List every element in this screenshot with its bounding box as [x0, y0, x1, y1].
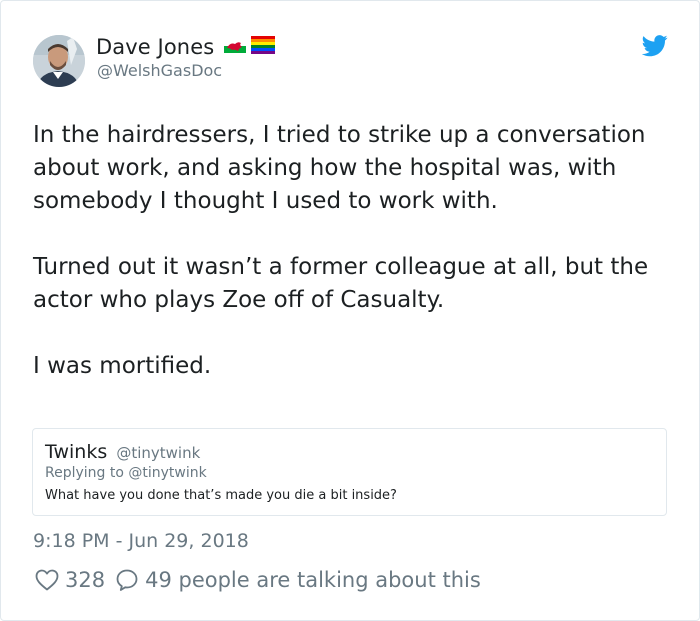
replies-link[interactable]: 49 people are talking about this [115, 568, 481, 592]
wales-flag-icon [224, 38, 247, 57]
author-name-row: Dave Jones [96, 33, 276, 61]
quoted-replying-to: Replying to @tinytwink [45, 465, 207, 481]
quoted-tweet[interactable]: Twinks @tinytwink Replying to @tinytwink… [32, 428, 667, 516]
tweet-timestamp[interactable]: 9:18 PM - Jun 29, 2018 [33, 530, 249, 552]
tweet-paragraph: In the hairdressers, I tried to strike u… [33, 122, 646, 214]
quoted-author-name: Twinks [45, 441, 108, 463]
tweet-paragraph: Turned out it wasn’t a former colleague … [33, 254, 649, 313]
author-handle[interactable]: @WelshGasDoc [97, 61, 222, 80]
avatar-photo [33, 35, 85, 87]
rainbow-flag-icon [251, 36, 276, 58]
engagement-bar: 328 49 people are talking about this [35, 566, 481, 594]
like-button[interactable]: 328 [35, 568, 105, 592]
tweet-card: Dave Jones @WelshGasDoc In the hairdress… [0, 0, 700, 621]
avatar[interactable] [33, 35, 85, 87]
quoted-author-handle: @tinytwink [116, 444, 201, 462]
tweet-paragraph: I was mortified. [33, 353, 212, 379]
tweet-text: In the hairdressers, I tried to strike u… [33, 119, 673, 383]
speech-bubble-icon [115, 568, 139, 592]
replies-text: 49 people are talking about this [145, 568, 481, 592]
author-name[interactable]: Dave Jones [96, 35, 214, 59]
heart-icon [35, 569, 59, 591]
quoted-author-row: Twinks @tinytwink [45, 441, 200, 463]
quoted-tweet-text: What have you done that’s made you die a… [45, 488, 397, 503]
twitter-bird-icon[interactable] [641, 35, 668, 57]
like-count: 328 [65, 568, 106, 592]
